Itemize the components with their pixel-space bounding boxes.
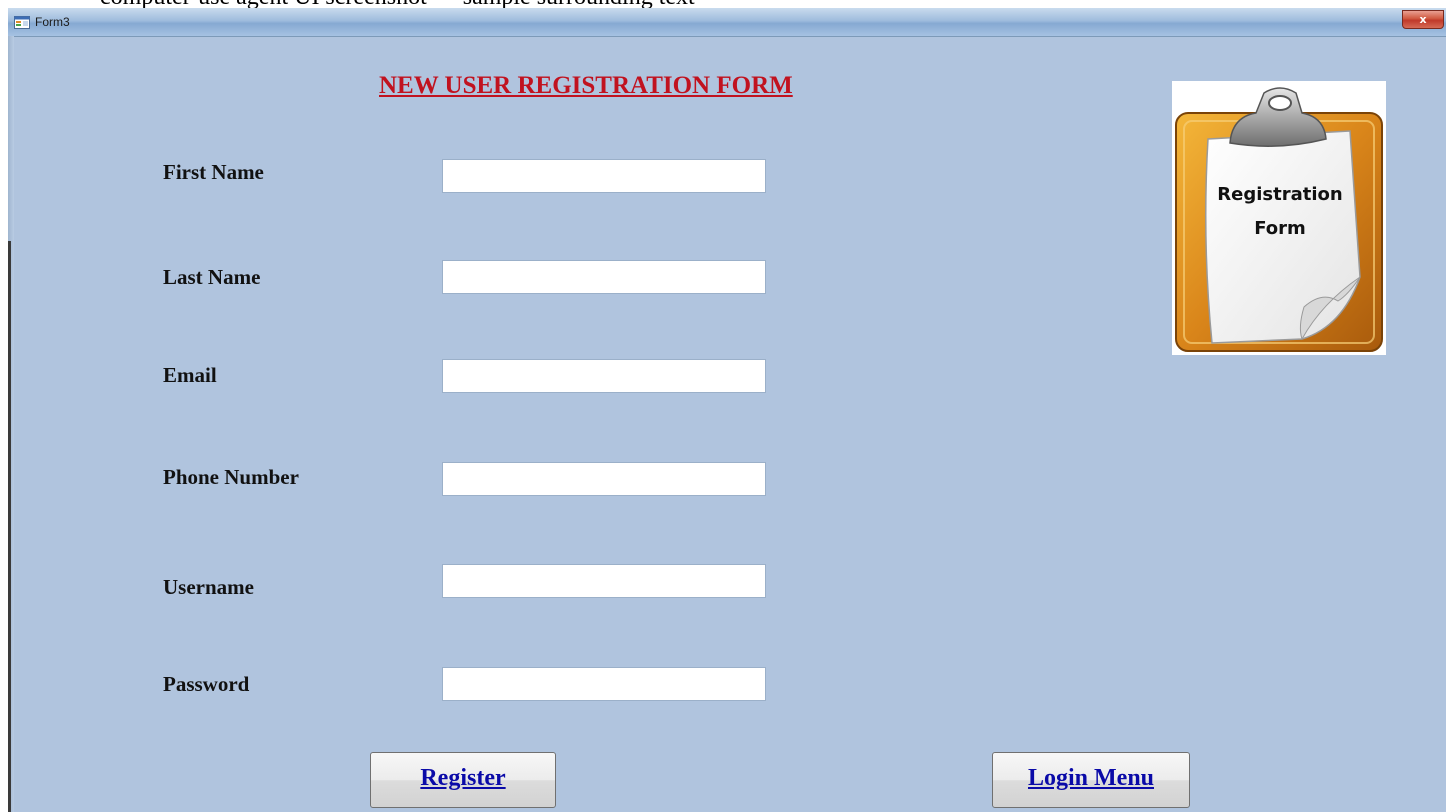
close-icon: x: [1419, 13, 1427, 26]
username-input[interactable]: [442, 564, 766, 598]
login-menu-button[interactable]: Login Menu: [992, 752, 1190, 808]
window-left-border: [8, 36, 14, 812]
clipboard-icon: Registration Form: [1175, 87, 1383, 352]
register-button[interactable]: Register: [370, 752, 556, 808]
registration-form-image: Registration Form: [1172, 81, 1386, 355]
last-name-label: Last Name: [163, 265, 261, 289]
first-name-input[interactable]: [442, 159, 766, 193]
phone-number-input[interactable]: [442, 462, 766, 496]
clipboard-caption-line2: Form: [1254, 218, 1306, 239]
title-bar: Form3 x: [8, 8, 1446, 37]
email-label: Email: [163, 363, 217, 387]
email-input[interactable]: [442, 359, 766, 393]
app-window: Form3 x NEW USER REGISTRATION FORM First…: [8, 8, 1446, 812]
password-label: Password: [163, 672, 250, 696]
form-heading: NEW USER REGISTRATION FORM: [379, 72, 793, 99]
close-button[interactable]: x: [1402, 10, 1444, 29]
clipboard-caption-line1: Registration: [1217, 184, 1342, 205]
last-name-input[interactable]: [442, 260, 766, 294]
username-label: Username: [163, 575, 254, 599]
form-window-icon: [14, 16, 30, 29]
first-name-label: First Name: [163, 160, 264, 184]
password-input[interactable]: [442, 667, 766, 701]
phone-number-label: Phone Number: [163, 465, 299, 489]
window-title: Form3: [35, 15, 70, 29]
